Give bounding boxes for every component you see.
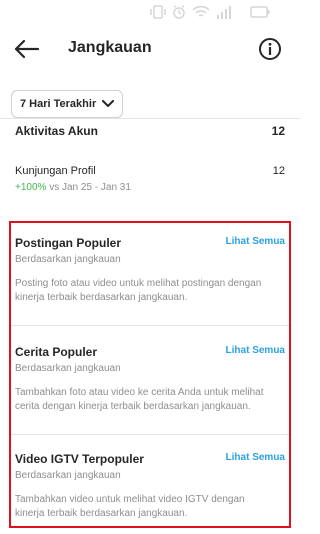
divider: [0, 118, 300, 119]
divider: [11, 325, 289, 326]
top-posts-section: Postingan Populer Berdasarkan jangkauan …: [15, 236, 285, 305]
description-line: Tambahkan foto atau video ke cerita Anda…: [15, 387, 264, 398]
status-bar: [0, 0, 300, 30]
description-line: cerita dengan kinerja terbaik berdasarka…: [15, 401, 251, 412]
header: Jangkauan: [0, 30, 300, 70]
info-icon: [259, 38, 281, 60]
see-all-link[interactable]: Lihat Semua: [226, 345, 285, 356]
info-button[interactable]: [258, 37, 282, 61]
description-line: kinerja terbaik berdasarkan jangkauan.: [15, 508, 188, 519]
alarm-icon: [173, 5, 185, 19]
profile-visits-row[interactable]: Kunjungan Profil 12 +100% vs Jan 25 - Ja…: [15, 165, 285, 193]
profile-visits-value: 12: [272, 165, 285, 177]
description-line: kinerja terbaik berdasarkan jangkauan.: [15, 292, 188, 303]
change-period: vs Jan 25 - Jan 31: [49, 182, 131, 193]
section-description: Tambahkan foto atau video ke cerita Anda…: [15, 386, 285, 414]
account-activity-value: 12: [271, 124, 285, 138]
account-activity-title: Aktivitas Akun: [15, 124, 98, 138]
date-range-label: 7 Hari Terakhir: [20, 98, 97, 110]
battery-icon: [250, 6, 270, 18]
profile-visits-label: Kunjungan Profil: [15, 165, 96, 177]
vibrate-icon: [150, 5, 166, 19]
description-line: Tambahkan video untuk melihat video IGTV…: [15, 494, 245, 505]
top-igtv-section: Video IGTV Terpopuler Berdasarkan jangka…: [15, 452, 285, 521]
section-subtitle: Berdasarkan jangkauan: [15, 254, 121, 265]
status-icons: [150, 5, 270, 19]
see-all-link[interactable]: Lihat Semua: [226, 452, 285, 463]
page-title: Jangkauan: [68, 39, 152, 56]
top-stories-section: Cerita Populer Berdasarkan jangkauan Lih…: [15, 345, 285, 414]
section-description: Tambahkan video untuk melihat video IGTV…: [15, 493, 285, 521]
signal-icon: [217, 6, 231, 19]
change-percent: +100%: [15, 182, 47, 193]
account-activity-row: Aktivitas Akun 12: [15, 120, 285, 140]
divider: [11, 434, 289, 435]
wifi-icon: [192, 5, 210, 17]
chevron-down-icon: [102, 100, 115, 107]
description-line: Posting foto atau video untuk melihat po…: [15, 278, 262, 289]
back-arrow-icon: [14, 39, 40, 59]
back-button[interactable]: [12, 38, 40, 60]
section-subtitle: Berdasarkan jangkauan: [15, 363, 121, 374]
profile-visits-change: +100% vs Jan 25 - Jan 31: [15, 182, 285, 193]
section-subtitle: Berdasarkan jangkauan: [15, 470, 121, 481]
see-all-link[interactable]: Lihat Semua: [226, 236, 285, 247]
section-description: Posting foto atau video untuk melihat po…: [15, 277, 285, 305]
date-range-dropdown[interactable]: 7 Hari Terakhir: [11, 90, 124, 118]
